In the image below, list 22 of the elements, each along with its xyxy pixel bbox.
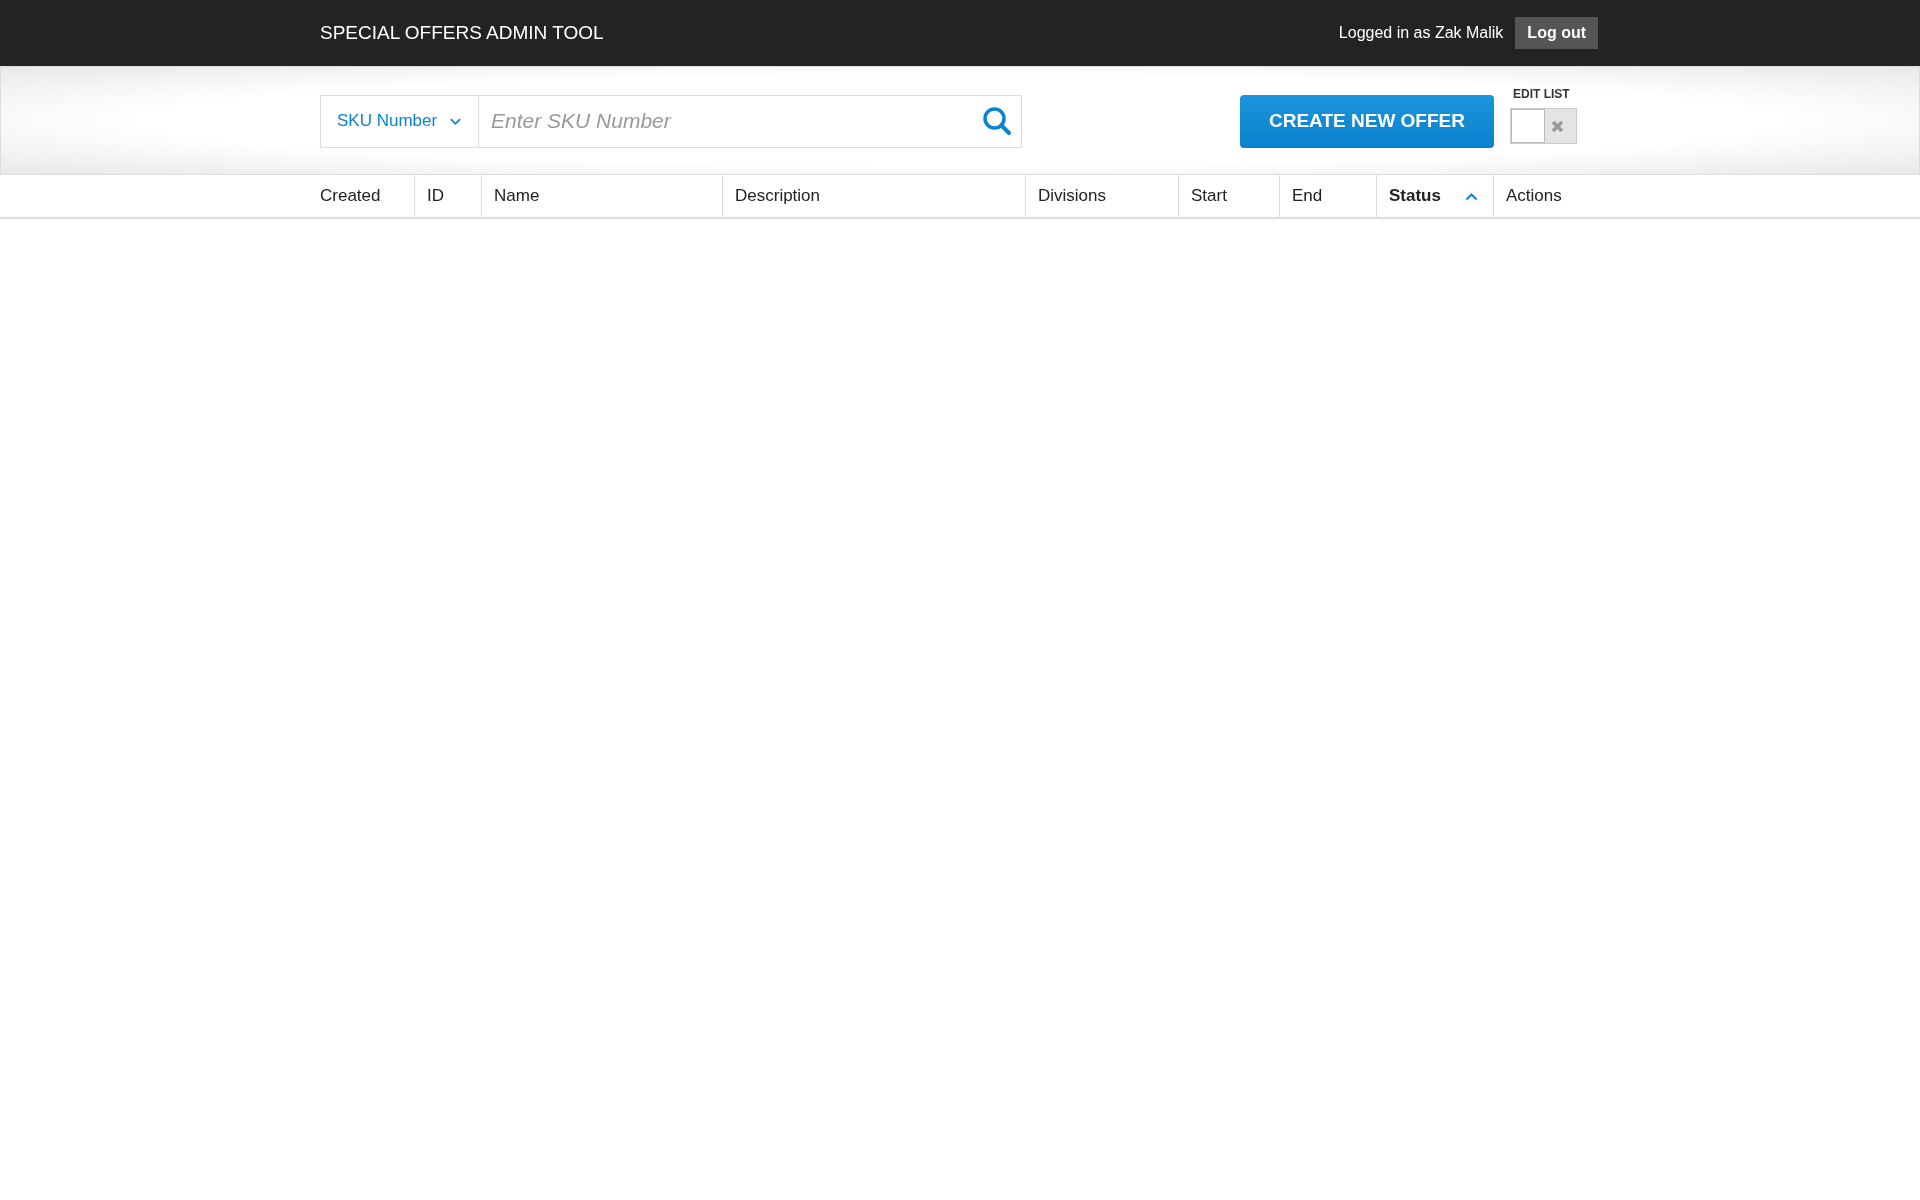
sort-ascending-icon <box>1465 191 1478 201</box>
toggle-knob <box>1511 109 1545 143</box>
logout-button[interactable]: Log out <box>1515 17 1598 49</box>
edit-list-label: EDIT LIST <box>1513 86 1570 103</box>
column-header[interactable]: Name <box>481 175 722 217</box>
app-title: SPECIAL OFFERS ADMIN TOOL <box>320 20 604 45</box>
create-offer-button[interactable]: CREATE NEW OFFER <box>1240 94 1494 148</box>
sku-search-field[interactable]: Enter SKU Number <box>479 94 1022 148</box>
column-header[interactable]: Divisions <box>1025 175 1178 217</box>
edit-list-toggle[interactable] <box>1510 108 1577 144</box>
column-header[interactable]: End <box>1279 175 1376 217</box>
chevron-down-icon <box>449 116 462 126</box>
column-header[interactable]: Created <box>320 175 414 217</box>
x-icon <box>1551 119 1564 133</box>
column-header[interactable]: Start <box>1178 175 1279 217</box>
column-header[interactable]: ID <box>414 175 481 217</box>
filter-dropdown[interactable]: SKU Number <box>320 94 479 148</box>
search-icon[interactable] <box>982 105 1012 136</box>
column-header[interactable]: Status <box>1376 175 1493 217</box>
column-header[interactable]: Actions <box>1493 175 1600 217</box>
column-header[interactable]: Description <box>722 175 1025 217</box>
logged-in-text: Logged in as Zak Malik <box>1338 23 1504 43</box>
